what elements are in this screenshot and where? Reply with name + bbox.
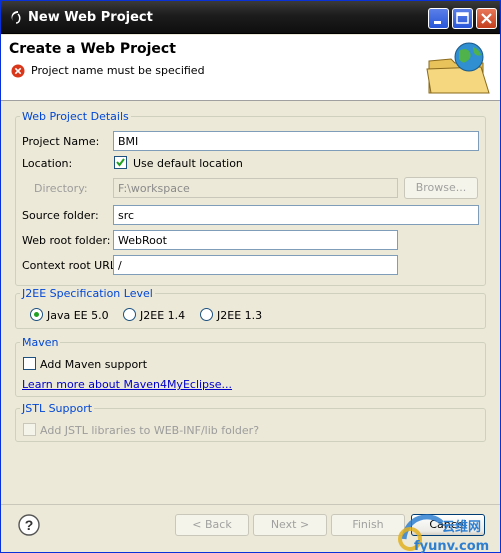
error-icon [11,64,25,78]
j2ee-level-group: J2EE Specification Level [15,287,486,329]
browse-button[interactable]: Browse... [404,177,478,199]
learn-more-maven-link[interactable]: Learn more about Maven4MyEclipse... [22,378,232,391]
project-name-label: Project Name: [22,135,100,148]
watermark-text-top: 云维网 [442,519,481,535]
web-root-label: Web root folder: [22,234,111,247]
location-label: Location: [22,157,73,170]
footer-separator [1,504,500,505]
add-maven-support-label: Add Maven support [40,358,148,371]
error-message: Project name must be specified [31,64,205,77]
window-title: New Web Project [28,10,153,25]
minimize-button[interactable] [428,8,449,29]
title-bar[interactable]: New Web Project [1,1,500,34]
watermark-text-bottom: fyunv.com [414,539,489,553]
svg-text:?: ? [25,517,34,533]
radio-selected-dot [34,312,39,317]
next-button[interactable]: Next > [253,514,327,536]
page-title: Create a Web Project [9,41,176,57]
radio-java-ee-5-label: Java EE 5.0 [47,309,109,322]
site-watermark-logo: 云维网 fyunv.com [398,514,489,553]
radio-j2ee-1-3[interactable] [200,308,213,321]
close-button[interactable] [476,8,497,29]
radio-j2ee-1-4[interactable] [123,308,136,321]
check-icon [116,158,125,167]
source-folder-input[interactable] [113,205,479,225]
maximize-button[interactable] [452,8,473,29]
source-folder-label: Source folder: [22,209,99,222]
context-root-label: Context root URL: [22,259,120,272]
context-root-input[interactable] [113,255,398,275]
folder-globe-icon [426,42,490,94]
finish-button[interactable]: Finish [331,514,405,536]
directory-input[interactable] [113,178,398,198]
web-root-input[interactable] [113,230,398,250]
back-button[interactable]: < Back [175,514,249,536]
radio-java-ee-5[interactable] [30,308,43,321]
eclipse-icon [11,11,21,24]
group-legend: Web Project Details [22,110,129,123]
close-icon [481,13,492,24]
group-legend: Maven [22,336,59,349]
wizard-header: Create a Web Project Project name must b… [1,35,500,101]
use-default-location-label: Use default location [133,157,243,170]
group-legend: J2EE Specification Level [22,287,153,300]
directory-label: Directory: [34,182,88,195]
help-icon[interactable]: ? [18,514,40,536]
minimize-icon [434,21,441,24]
dialog-window: New Web Project Create a Web Project Pro… [0,0,501,553]
add-jstl-libraries-label: Add JSTL libraries to WEB-INF/lib folder… [40,424,260,437]
group-legend: JSTL Support [22,402,93,415]
add-maven-support-checkbox[interactable] [23,357,36,370]
project-name-input[interactable] [113,131,479,151]
radio-j2ee-1-4-label: J2EE 1.4 [140,309,186,322]
add-jstl-libraries-checkbox[interactable] [23,423,36,436]
use-default-location-checkbox[interactable] [114,156,127,169]
radio-j2ee-1-3-label: J2EE 1.3 [217,309,263,322]
maximize-icon [456,12,469,24]
